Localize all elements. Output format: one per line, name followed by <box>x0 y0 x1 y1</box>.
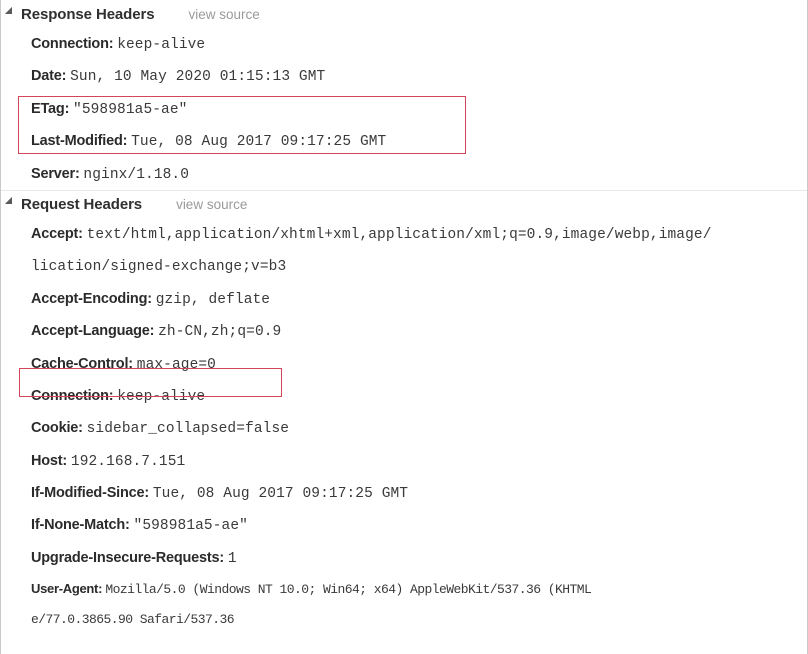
header-value: 192.168.7.151 <box>70 453 186 470</box>
table-row: Cookie: sidebar_collapsed=false <box>31 412 807 444</box>
table-row: Server: nginx/1.18.0 <box>31 158 807 190</box>
table-row: Upgrade-Insecure-Requests: 1 <box>31 542 807 574</box>
header-name: Accept-Encoding: <box>31 290 156 307</box>
header-value: sidebar_collapsed=false <box>86 421 290 438</box>
header-name: ETag: <box>31 100 74 117</box>
header-name: Date: <box>31 68 71 85</box>
header-value: "598981a5-ae" <box>73 101 188 118</box>
header-name: Accept: <box>31 225 87 242</box>
table-row: Accept: text/html,application/xhtml+xml,… <box>31 218 807 250</box>
header-value: zh-CN,zh;q=0.9 <box>158 324 282 341</box>
request-view-source-link[interactable]: view source <box>176 197 247 212</box>
header-value: nginx/1.18.0 <box>83 166 190 183</box>
table-row: If-Modified-Since: Tue, 08 Aug 2017 09:1… <box>31 477 807 509</box>
header-name: Connection: <box>31 36 118 52</box>
table-row: ETag: "598981a5-ae" <box>31 93 807 125</box>
header-name: Server: <box>31 165 84 182</box>
header-name: User-Agent: <box>31 581 106 597</box>
request-headers-list: Accept: text/html,application/xhtml+xml,… <box>1 218 807 634</box>
http-headers-panel: Response Headers view source Connection:… <box>0 0 808 654</box>
header-value: max-age=0 <box>136 356 216 373</box>
table-row: Connection: keep-alive <box>31 380 807 412</box>
header-name: Last-Modified: <box>31 133 132 150</box>
table-row: Accept-Encoding: gzip, deflate <box>31 283 807 315</box>
table-row-continuation: e/77.0.3865.90 Safari/537.36 <box>31 604 807 634</box>
table-row: Last-Modified: Tue, 08 Aug 2017 09:17:25… <box>31 125 807 157</box>
header-value: lication/signed-exchange;v=b3 <box>31 259 287 276</box>
header-name: Connection: <box>31 387 118 404</box>
response-headers-title: Response Headers <box>21 5 155 23</box>
table-row: User-Agent: Mozilla/5.0 (Windows NT 10.0… <box>31 574 807 604</box>
table-row: Date: Sun, 10 May 2020 01:15:13 GMT <box>31 60 807 92</box>
triangle-down-icon[interactable] <box>4 6 20 21</box>
table-row: Cache-Control: max-age=0 <box>31 348 807 380</box>
response-headers-list: Connection: keep-alive Date: Sun, 10 May… <box>1 28 807 190</box>
response-headers-section-header[interactable]: Response Headers view source <box>1 0 807 28</box>
header-value: Sun, 10 May 2020 01:15:13 GMT <box>70 69 326 86</box>
header-name: Host: <box>31 452 71 469</box>
table-row-continuation: lication/signed-exchange;v=b3 <box>31 250 807 282</box>
header-value: keep-alive <box>117 388 206 405</box>
header-value: Tue, 08 Aug 2017 09:17:25 GMT <box>131 134 387 151</box>
header-value: 1 <box>227 550 237 567</box>
table-row: Connection: keep-alive <box>31 28 807 60</box>
header-value: Mozilla/5.0 (Windows NT 10.0; Win64; x64… <box>105 582 592 598</box>
header-value: e/77.0.3865.90 Safari/537.36 <box>31 612 235 628</box>
header-name: Cache-Control: <box>31 355 137 372</box>
table-row: Accept-Language: zh-CN,zh;q=0.9 <box>31 315 807 347</box>
response-view-source-link[interactable]: view source <box>188 7 259 22</box>
header-name: If-Modified-Since: <box>31 485 153 502</box>
header-name: Cookie: <box>31 420 87 437</box>
header-name: Upgrade-Insecure-Requests: <box>31 549 228 566</box>
header-value: text/html,application/xhtml+xml,applicat… <box>86 226 712 243</box>
request-headers-section-header[interactable]: Request Headers view source <box>1 189 807 218</box>
triangle-down-icon[interactable] <box>4 196 20 212</box>
request-headers-title: Request Headers <box>21 195 143 213</box>
header-value: keep-alive <box>117 37 206 53</box>
header-value: gzip, deflate <box>155 291 271 308</box>
header-value: "598981a5-ae" <box>133 518 248 535</box>
header-name: Accept-Language: <box>31 323 159 340</box>
header-value: Tue, 08 Aug 2017 09:17:25 GMT <box>152 486 409 503</box>
header-name: If-None-Match: <box>31 517 134 534</box>
table-row: If-None-Match: "598981a5-ae" <box>31 509 807 541</box>
table-row: Host: 192.168.7.151 <box>31 445 807 477</box>
